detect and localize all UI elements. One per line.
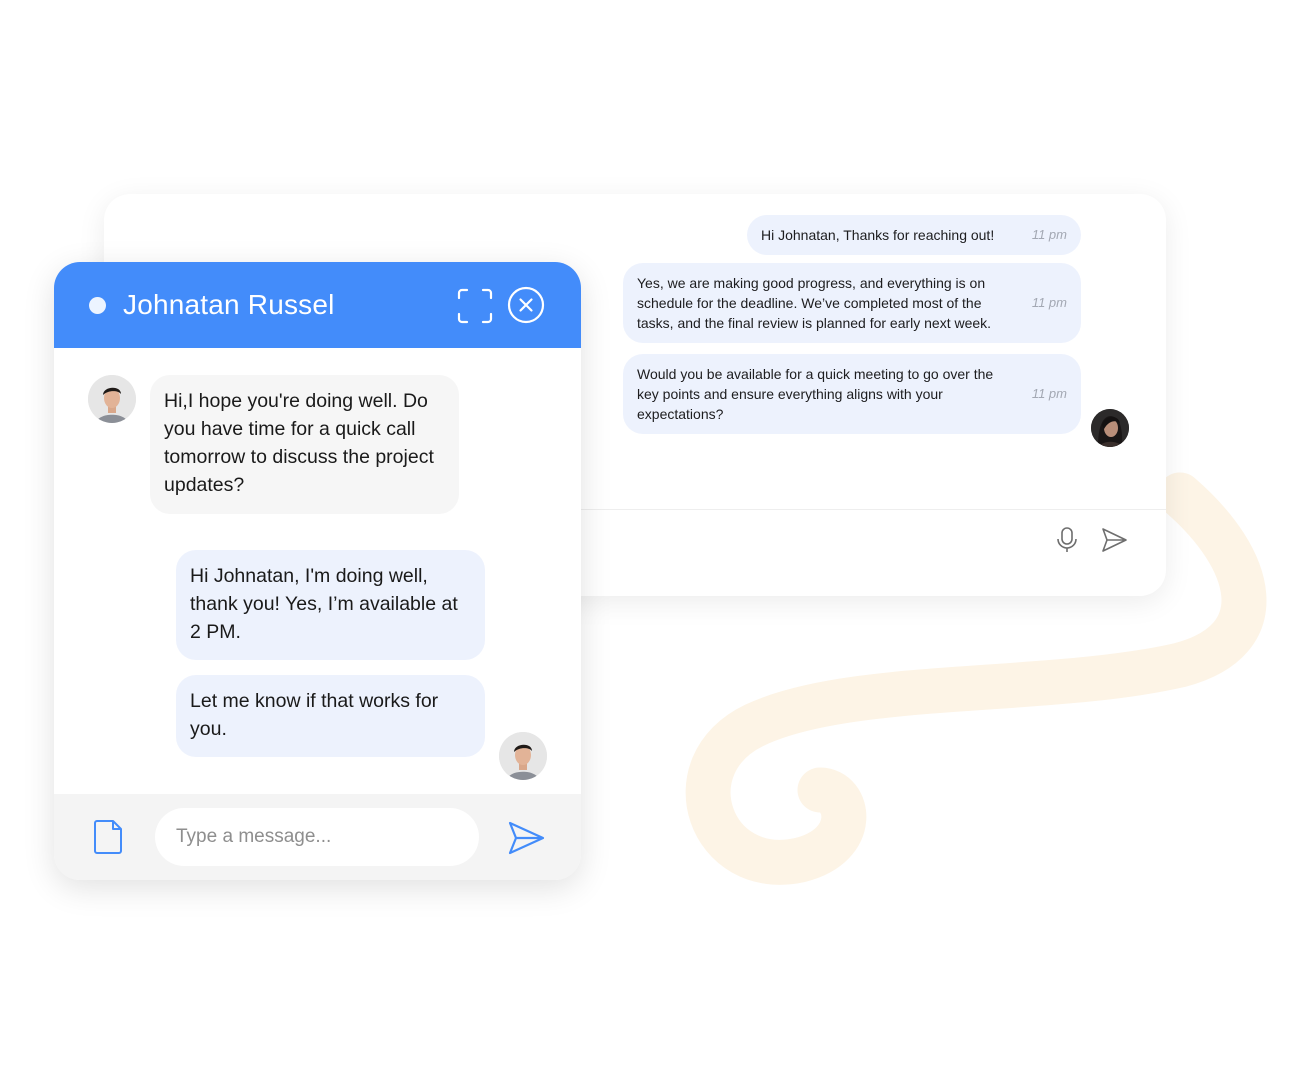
send-icon[interactable] bbox=[1099, 525, 1129, 555]
avatar bbox=[88, 375, 136, 423]
message-time: 11 pm bbox=[1031, 227, 1067, 242]
message-text: Hi Johnatan, Thanks for reaching out! bbox=[761, 227, 995, 243]
female-avatar-icon bbox=[1091, 409, 1129, 447]
avatar bbox=[499, 732, 547, 780]
divider bbox=[580, 509, 1166, 510]
male-avatar-icon bbox=[499, 732, 547, 780]
background-message-bubble: Would you be available for a quick meeti… bbox=[623, 354, 1081, 434]
message-input[interactable] bbox=[155, 808, 479, 866]
online-status-dot bbox=[89, 297, 106, 314]
chat-footer bbox=[54, 794, 581, 880]
male-avatar-icon bbox=[88, 375, 136, 423]
expand-icon[interactable] bbox=[456, 287, 494, 325]
send-icon[interactable] bbox=[506, 818, 546, 858]
document-icon[interactable] bbox=[92, 818, 126, 856]
background-message-bubble: Hi Johnatan, Thanks for reaching out! 11… bbox=[747, 215, 1081, 255]
message-text: Would you be available for a quick meeti… bbox=[637, 366, 994, 422]
avatar bbox=[1091, 409, 1129, 447]
chat-widget: Johnatan Russel Hi,I hope you're doing w… bbox=[54, 262, 581, 880]
incoming-message-bubble: Hi,I hope you're doing well. Do you have… bbox=[150, 375, 459, 514]
microphone-icon[interactable] bbox=[1052, 525, 1082, 555]
outgoing-message-bubble: Hi Johnatan, I'm doing well, thank you! … bbox=[176, 550, 485, 660]
contact-name: Johnatan Russel bbox=[123, 289, 335, 320]
message-text: Yes, we are making good progress, and ev… bbox=[637, 275, 992, 331]
message-time: 11 pm bbox=[1031, 295, 1067, 310]
message-time: 11 pm bbox=[1031, 386, 1067, 401]
outgoing-message-bubble: Let me know if that works for you. bbox=[176, 675, 485, 757]
background-message-bubble: Yes, we are making good progress, and ev… bbox=[623, 263, 1081, 343]
close-circle-icon[interactable] bbox=[507, 286, 545, 324]
chat-header: Johnatan Russel bbox=[54, 262, 581, 348]
